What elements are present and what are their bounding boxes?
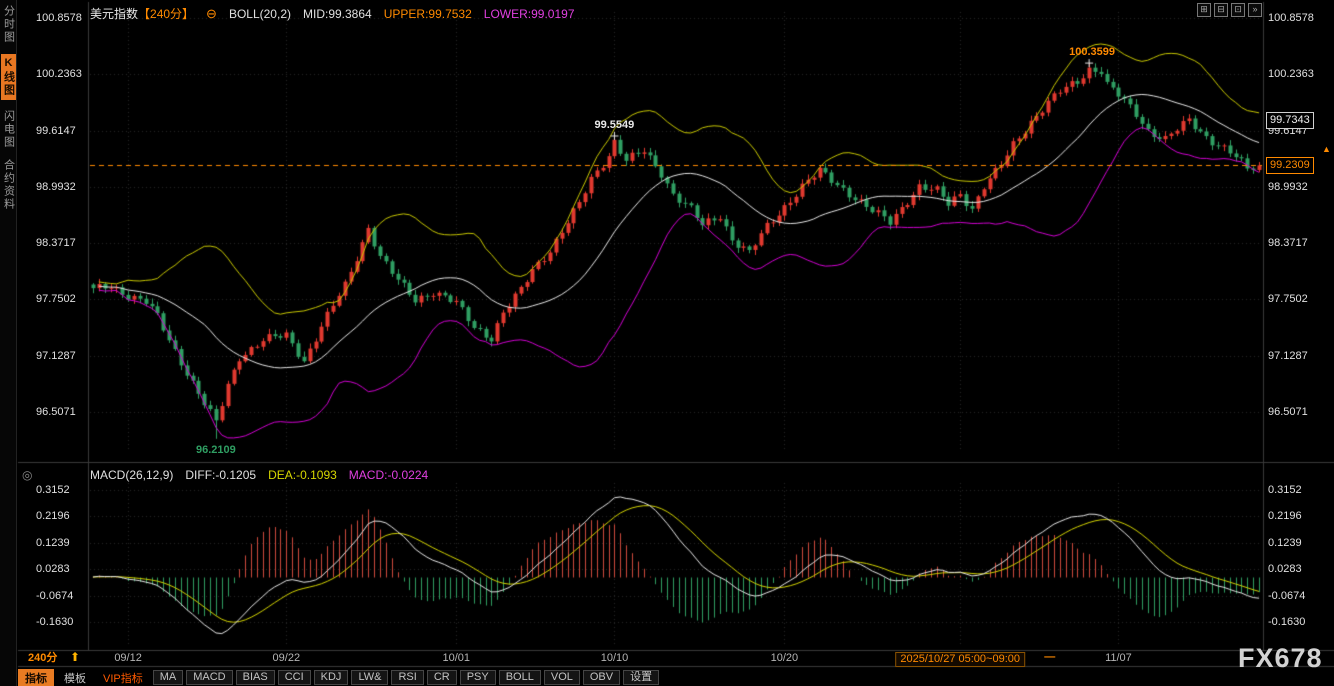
macd-dea-value: DEA:-0.1093	[268, 468, 337, 482]
macd-bar-value: MACD:-0.0224	[349, 468, 428, 482]
x-axis-selected-time[interactable]: 2025/10/27 05:00~09:00	[895, 652, 1025, 667]
sidebar-item-contract-info[interactable]: 合约资料	[1, 159, 16, 211]
footer-tab-templates[interactable]: 模板	[57, 669, 93, 686]
period-label: 【240分】	[138, 7, 194, 21]
left-sidebar: 分时图 K线图闪电图合约资料	[0, 0, 17, 686]
macd-indicator-name: MACD(26,12,9)	[90, 468, 173, 482]
sidebar-item-kline-chart[interactable]: K线图	[1, 54, 16, 100]
indicator-button-psy[interactable]: PSY	[460, 670, 496, 685]
indicator-button-vol[interactable]: VOL	[544, 670, 580, 685]
sidebar-item-flash-chart[interactable]: 闪电图	[1, 110, 16, 149]
indicator-settings-icon[interactable]: ◎	[22, 468, 32, 482]
single-window-icon[interactable]: ⊡	[1231, 3, 1245, 17]
indicator-button-cr[interactable]: CR	[427, 670, 457, 685]
settings-button[interactable]: 设置	[623, 670, 659, 685]
boll-band-value-tag: 99.7343	[1266, 112, 1314, 129]
jump-to-latest-icon[interactable]: ⬆	[70, 651, 80, 664]
macd-header: MACD(26,12,9) DIFF:-0.1205 DEA:-0.1093 M…	[90, 468, 428, 482]
boll-mid-value: MID:99.3864	[303, 7, 372, 21]
footer-tab-vip-indicators[interactable]: VIP指标	[96, 669, 150, 686]
boll-lower-value: LOWER:99.0197	[484, 7, 575, 21]
macd-diff-value: DIFF:-0.1205	[185, 468, 256, 482]
expand-panel-icon[interactable]: »	[1248, 3, 1262, 17]
price-chart-canvas[interactable]	[0, 0, 1334, 686]
indicator-button-cci[interactable]: CCI	[278, 670, 311, 685]
window-controls: ⊞⊟⊡»	[1197, 3, 1262, 17]
indicator-button-obv[interactable]: OBV	[583, 670, 620, 685]
boll-indicator-name: BOLL(20,2)	[229, 7, 291, 21]
boll-upper-value: UPPER:99.7532	[384, 7, 472, 21]
symbol-and-period: 美元指数【240分】	[90, 5, 194, 22]
indicator-button-macd[interactable]: MACD	[186, 670, 232, 685]
trading-app-window: 分时图 K线图闪电图合约资料 美元指数【240分】 ⊖ BOLL(20,2) MI…	[0, 0, 1334, 686]
indicator-button-bias[interactable]: BIAS	[236, 670, 275, 685]
indicator-button-rsi[interactable]: RSI	[391, 670, 423, 685]
sidebar-item-time-chart[interactable]: 分时图	[1, 5, 16, 44]
indicator-button-lw[interactable]: LW&	[351, 670, 388, 685]
price-up-arrow-icon: ▲	[1322, 144, 1331, 154]
tile-window-icon[interactable]: ⊟	[1214, 3, 1228, 17]
last-price-tag: 99.2309	[1266, 157, 1314, 174]
watermark: FX678	[1238, 643, 1323, 674]
indicator-button-boll[interactable]: BOLL	[499, 670, 541, 685]
chart-header: 美元指数【240分】 ⊖ BOLL(20,2) MID:99.3864 UPPE…	[90, 5, 575, 22]
collapse-indicator-icon[interactable]: ⊖	[206, 6, 217, 22]
indicator-button-kdj[interactable]: KDJ	[314, 670, 349, 685]
symbol-name: 美元指数	[90, 7, 138, 21]
indicator-button-ma[interactable]: MA	[153, 670, 184, 685]
footer-tab-indicators[interactable]: 指标	[18, 669, 54, 686]
grid-window-icon[interactable]: ⊞	[1197, 3, 1211, 17]
bottom-toolbar: 指标模板VIP指标MAMACD BIASCCIKDJLW&RSI CRPSYBOLL…	[18, 669, 659, 686]
